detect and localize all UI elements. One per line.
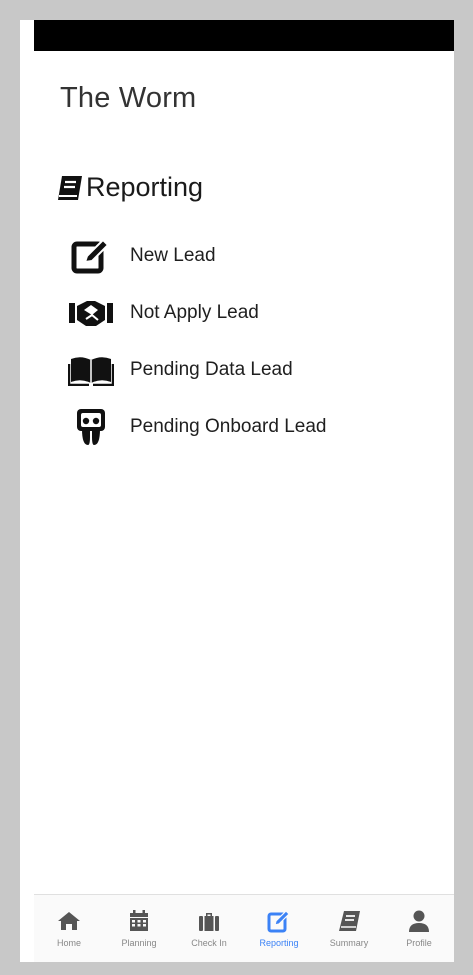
book-icon <box>58 175 82 200</box>
menu-item-label: Pending Data Lead <box>130 358 293 380</box>
menu-item-new-lead[interactable]: New Lead <box>68 227 327 284</box>
suitcase-icon <box>199 913 219 931</box>
edit-icon <box>267 910 290 933</box>
nav-item-planning[interactable]: Planning <box>104 909 174 948</box>
menu-item-label: Not Apply Lead <box>130 301 259 323</box>
nav-item-reporting[interactable]: Reporting <box>244 909 314 948</box>
nav-item-check-in[interactable]: Check In <box>174 909 244 948</box>
nav-item-summary[interactable]: Summary <box>314 909 384 948</box>
edit-icon <box>68 236 114 276</box>
nav-label: Reporting <box>259 938 299 948</box>
menu-item-label: New Lead <box>130 244 216 266</box>
nav-label: Planning <box>121 938 157 948</box>
bottom-navigation: Home Planning Check In Reporting Summary… <box>34 894 454 962</box>
nav-label: Summary <box>329 938 369 948</box>
menu-item-pending-onboard-lead[interactable]: Pending Onboard Lead <box>68 398 327 455</box>
nav-item-profile[interactable]: Profile <box>384 909 454 948</box>
section-header: Reporting <box>54 172 203 203</box>
menu-item-not-apply-lead[interactable]: Not Apply Lead <box>68 284 327 341</box>
handshake-icon <box>68 293 114 333</box>
nav-item-home[interactable]: Home <box>34 909 104 948</box>
slideshare-icon <box>68 407 114 447</box>
calendar-icon <box>130 910 148 931</box>
nav-label: Profile <box>406 938 432 948</box>
home-icon <box>58 912 80 930</box>
nav-label: Check In <box>191 938 227 948</box>
menu-item-label: Pending Onboard Lead <box>130 415 327 437</box>
status-bar <box>34 20 454 51</box>
nav-label: Home <box>56 938 81 948</box>
section-title: Reporting <box>86 172 204 202</box>
book-icon <box>339 911 360 931</box>
open-book-icon <box>68 350 114 390</box>
app-screen: The Worm Reporting New Lead Not Apply Le… <box>20 20 454 962</box>
user-icon <box>409 910 429 932</box>
menu-item-pending-data-lead[interactable]: Pending Data Lead <box>68 341 327 398</box>
app-title: The Worm <box>60 82 197 114</box>
reporting-menu: New Lead Not Apply Lead Pending Data Lea… <box>68 227 327 455</box>
